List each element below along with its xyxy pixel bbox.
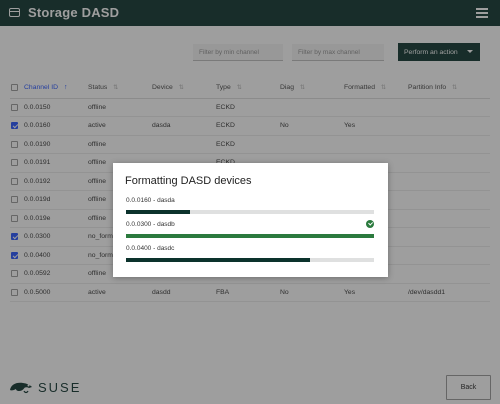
formatting-dialog: Formatting DASD devices 0.0.0160 - dasda…: [113, 163, 388, 277]
progress-bar-fill: [126, 210, 191, 214]
device-progress-item: 0.0.0160 - dasda: [126, 197, 376, 214]
progress-bar: [126, 258, 374, 262]
device-progress-item: 0.0.0400 - dasdc: [126, 245, 376, 262]
device-progress-label: 0.0.0400 - dasdc: [126, 245, 175, 252]
progress-bar: [126, 210, 374, 214]
dialog-title: Formatting DASD devices: [125, 175, 252, 187]
device-progress-item: 0.0.0300 - dasdb: [126, 220, 376, 238]
progress-bar-fill: [126, 258, 310, 262]
progress-bar: [126, 234, 374, 238]
device-progress-label: 0.0.0160 - dasda: [126, 197, 175, 204]
progress-bar-fill: [126, 234, 374, 238]
check-circle-icon: [366, 220, 374, 228]
device-progress-label: 0.0.0300 - dasdb: [126, 221, 175, 228]
